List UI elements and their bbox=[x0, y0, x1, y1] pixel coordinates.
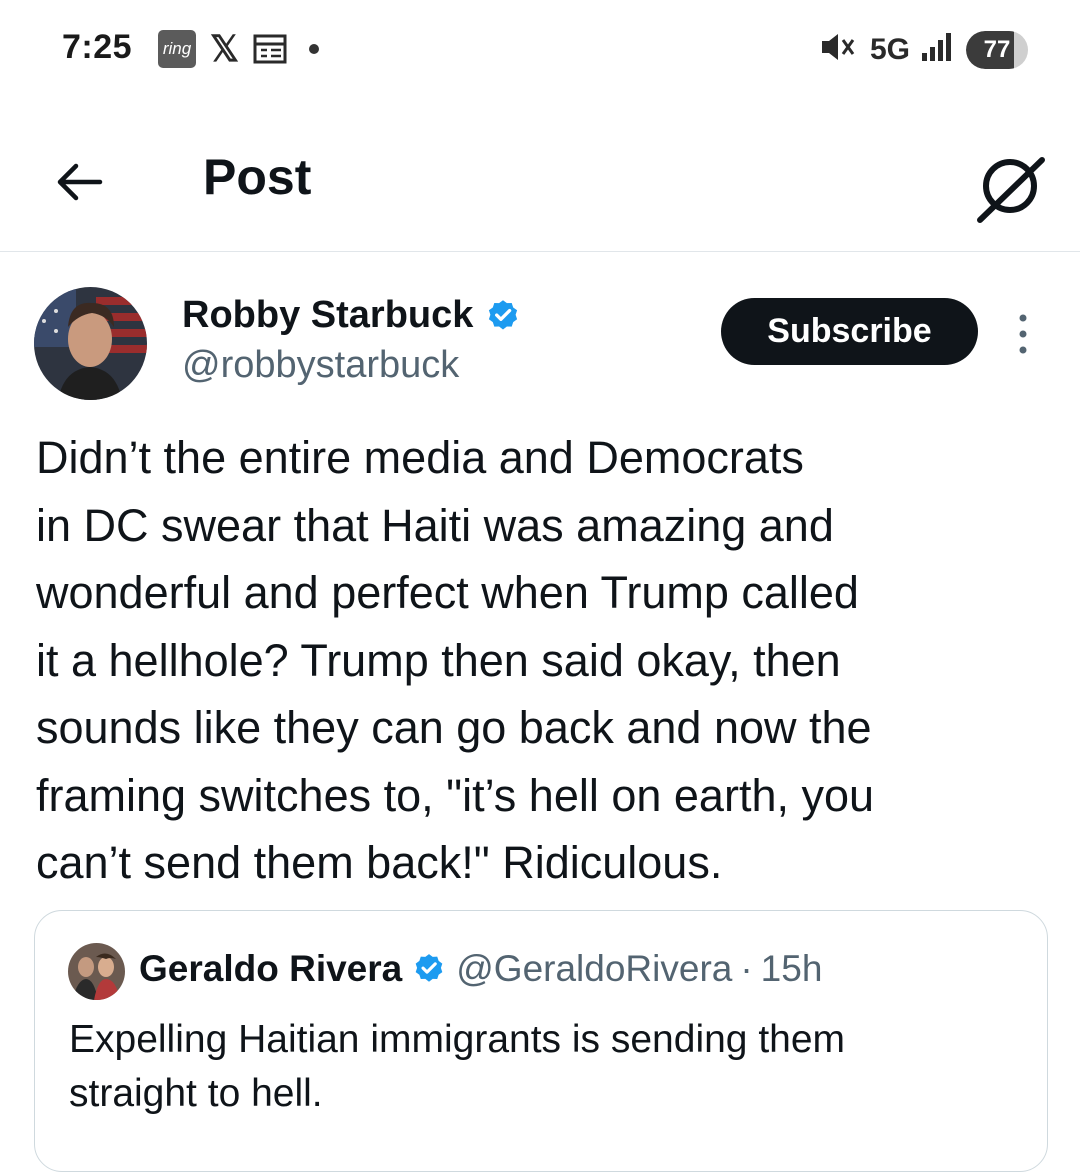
status-time: 7:25 bbox=[62, 28, 133, 66]
avatar-image bbox=[68, 943, 125, 1000]
header-divider bbox=[0, 251, 1080, 252]
subscribe-button[interactable]: Subscribe bbox=[721, 298, 978, 365]
x-logo-icon: 𝕏 bbox=[210, 28, 240, 69]
quoted-post-body: Expelling Haitian immigrants is sending … bbox=[69, 1013, 1019, 1121]
quoted-post-time: 15h bbox=[760, 948, 823, 989]
post-text-line: framing switches to, "it’s hell on earth… bbox=[36, 769, 875, 821]
verified-badge-icon bbox=[415, 954, 443, 982]
more-vertical-icon bbox=[1019, 314, 1027, 354]
post-text-line: Didn’t the entire media and Democrats bbox=[36, 432, 804, 483]
author-name-text: Robby Starbuck bbox=[182, 294, 474, 336]
arrow-left-icon bbox=[57, 163, 103, 201]
notification-icons: ring 𝕏 bbox=[158, 28, 320, 69]
quoted-text-line: straight to hell. bbox=[69, 1072, 323, 1115]
meta-separator: · bbox=[740, 948, 753, 989]
avatar-image bbox=[34, 287, 147, 400]
page-title: Post bbox=[203, 149, 312, 205]
quoted-author-avatar[interactable] bbox=[68, 943, 125, 1000]
post-body: Didn’t the entire media and Democrats in… bbox=[36, 424, 1046, 897]
network-label: 5G bbox=[869, 32, 910, 66]
notification-dot-icon bbox=[309, 44, 320, 54]
news-icon bbox=[253, 34, 287, 64]
app-header: Post bbox=[0, 120, 1080, 240]
post-text-line: in DC swear that Haiti was amazing and bbox=[36, 499, 834, 551]
status-bar: 7:25 ring 𝕏 5G 77 bbox=[0, 0, 1080, 100]
post-text-line: it a hellhole? Trump then said okay, the… bbox=[36, 634, 841, 686]
post-text-line: can’t send them back!" Ridiculous. bbox=[36, 837, 723, 888]
battery-text: 77 bbox=[983, 35, 1011, 63]
mute-icon bbox=[818, 30, 860, 69]
author-avatar[interactable] bbox=[34, 287, 147, 400]
post-text-line: wonderful and perfect when Trump called bbox=[36, 567, 859, 618]
author-handle[interactable]: @robbystarbuck bbox=[182, 344, 459, 387]
grok-button[interactable] bbox=[976, 140, 1048, 226]
battery-indicator: 77 bbox=[966, 30, 1028, 69]
quoted-post-header: Geraldo Rivera @GeraldoRivera · 15h bbox=[139, 948, 822, 990]
quoted-text-line: Expelling Haitian immigrants is sending … bbox=[69, 1018, 846, 1061]
author-name[interactable]: Robby Starbuck bbox=[182, 294, 521, 337]
more-options-button[interactable] bbox=[1012, 312, 1034, 356]
back-button[interactable] bbox=[52, 154, 108, 210]
quoted-author-handle: @GeraldoRivera bbox=[456, 948, 733, 989]
grok-icon bbox=[977, 157, 1045, 223]
verified-badge-icon bbox=[489, 299, 518, 329]
quoted-author-name: Geraldo Rivera bbox=[139, 948, 403, 989]
ring-icon: ring bbox=[158, 30, 196, 68]
system-icons: 5G 77 bbox=[818, 30, 1028, 69]
post-text-line: sounds like they can go back and now the bbox=[36, 702, 872, 753]
quoted-post-card[interactable]: Geraldo Rivera @GeraldoRivera · 15h Expe… bbox=[34, 910, 1048, 1172]
signal-icon bbox=[920, 31, 956, 68]
